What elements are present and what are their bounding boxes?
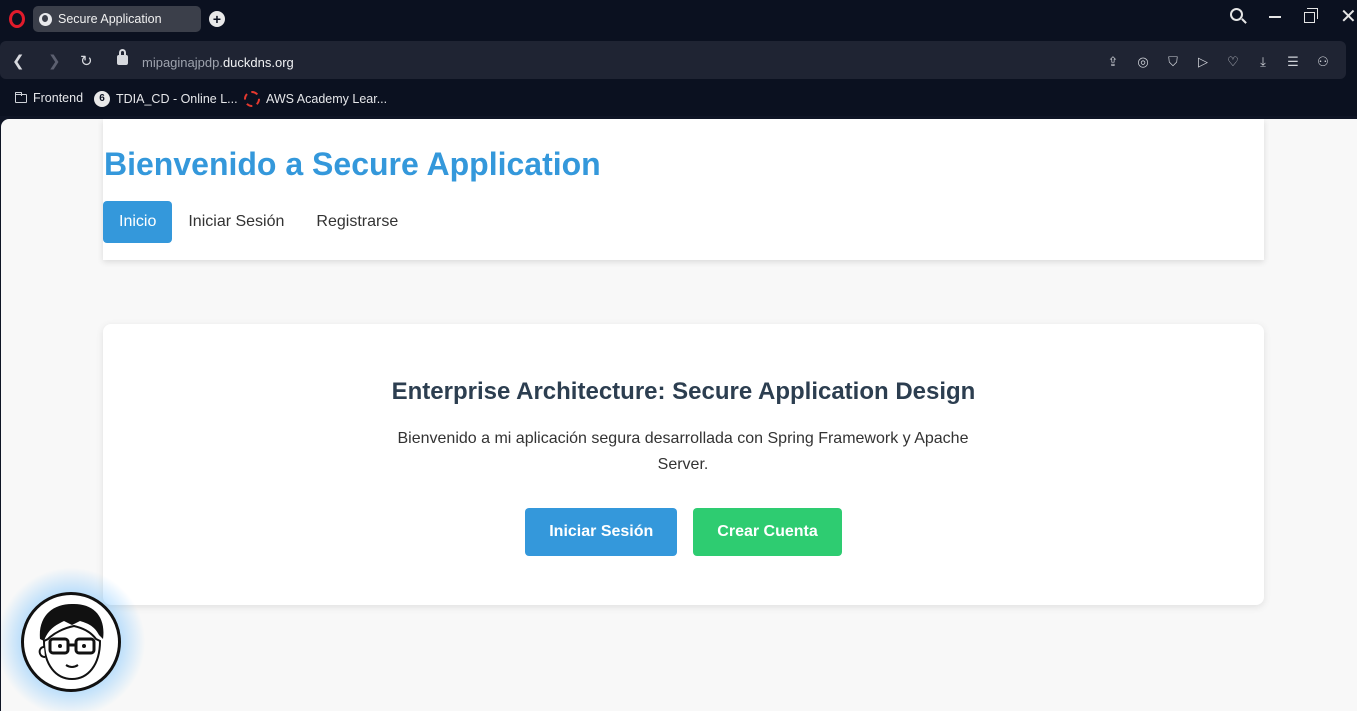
camera-icon[interactable]: ◎ — [1136, 55, 1150, 69]
download-icon[interactable]: ⤓ — [1256, 55, 1270, 69]
title-bar: Secure Application + ✕ — [0, 0, 1357, 38]
share-icon[interactable]: ⇪ — [1106, 55, 1120, 69]
hero-title: Enterprise Architecture: Secure Applicat… — [391, 378, 976, 405]
shield-icon[interactable]: ⛉ — [1166, 55, 1180, 69]
nav-inicio[interactable]: Inicio — [103, 201, 173, 243]
back-icon[interactable]: ❮ — [12, 53, 25, 71]
tdia-icon: 6 — [94, 91, 110, 107]
search-tabs-icon[interactable] — [1230, 8, 1247, 24]
bookmark-label: Frontend — [33, 91, 84, 105]
nav-registrarse[interactable]: Registrarse — [300, 201, 414, 243]
avatar-face-icon — [38, 603, 104, 681]
hero-description: Bienvenido a mi aplicación segura desarr… — [397, 430, 969, 473]
easy-setup-icon[interactable]: ☰ — [1286, 55, 1300, 69]
page-title: Bienvenido a Secure Application — [104, 146, 601, 182]
address-bar: ❮ ❯ ↻ mipaginajpdp.duckdns.org ⇪ ◎ ⛉ ▷ ♡… — [0, 38, 1357, 112]
bookmark-label: AWS Academy Lear... — [266, 92, 388, 106]
bookmark-frontend[interactable]: Frontend — [15, 91, 83, 105]
new-tab-button[interactable]: + — [209, 11, 225, 27]
reload-icon[interactable]: ↻ — [80, 53, 93, 71]
page-viewport: Bienvenido a Secure Application Inicio I… — [1, 119, 1357, 711]
bookmarks-bar: Frontend 6 TDIA_CD - Online L... AWS Aca… — [0, 82, 1357, 116]
close-window-icon[interactable]: ✕ — [1340, 7, 1357, 27]
profile-icon[interactable]: ⚇ — [1316, 55, 1330, 69]
url-input[interactable]: mipaginajpdp.duckdns.org — [142, 55, 294, 70]
site-header: Bienvenido a Secure Application Inicio I… — [103, 119, 1264, 260]
opera-logo-icon[interactable] — [9, 10, 25, 28]
tab-title: Secure Application — [58, 12, 162, 26]
heart-icon[interactable]: ♡ — [1226, 55, 1240, 69]
send-icon[interactable]: ▷ — [1196, 55, 1210, 69]
bookmark-label: TDIA_CD - Online L... — [116, 92, 238, 106]
create-account-button[interactable]: Crear Cuenta — [693, 508, 842, 556]
browser-tab[interactable]: Secure Application — [33, 6, 201, 32]
minimize-icon[interactable] — [1269, 16, 1281, 18]
hero-card: Enterprise Architecture: Secure Applicat… — [103, 324, 1264, 605]
aws-icon — [244, 91, 260, 107]
login-button[interactable]: Iniciar Sesión — [525, 508, 678, 556]
lock-icon[interactable] — [117, 49, 128, 65]
forward-icon[interactable]: ❯ — [48, 53, 61, 71]
bookmark-tdia[interactable]: 6 TDIA_CD - Online L... — [94, 91, 238, 107]
globe-icon — [39, 12, 52, 26]
bookmark-aws[interactable]: AWS Academy Lear... — [244, 91, 387, 107]
folder-icon — [15, 91, 27, 103]
hero-actions: Iniciar Sesión Crear Cuenta — [103, 508, 1264, 556]
address-field: ❮ ❯ ↻ mipaginajpdp.duckdns.org ⇪ ◎ ⛉ ▷ ♡… — [0, 41, 1346, 79]
nav-iniciar-sesion[interactable]: Iniciar Sesión — [172, 201, 300, 243]
assistant-avatar[interactable] — [21, 592, 121, 692]
main-nav: Inicio Iniciar Sesión Registrarse — [103, 201, 414, 243]
restore-icon[interactable] — [1304, 8, 1318, 23]
